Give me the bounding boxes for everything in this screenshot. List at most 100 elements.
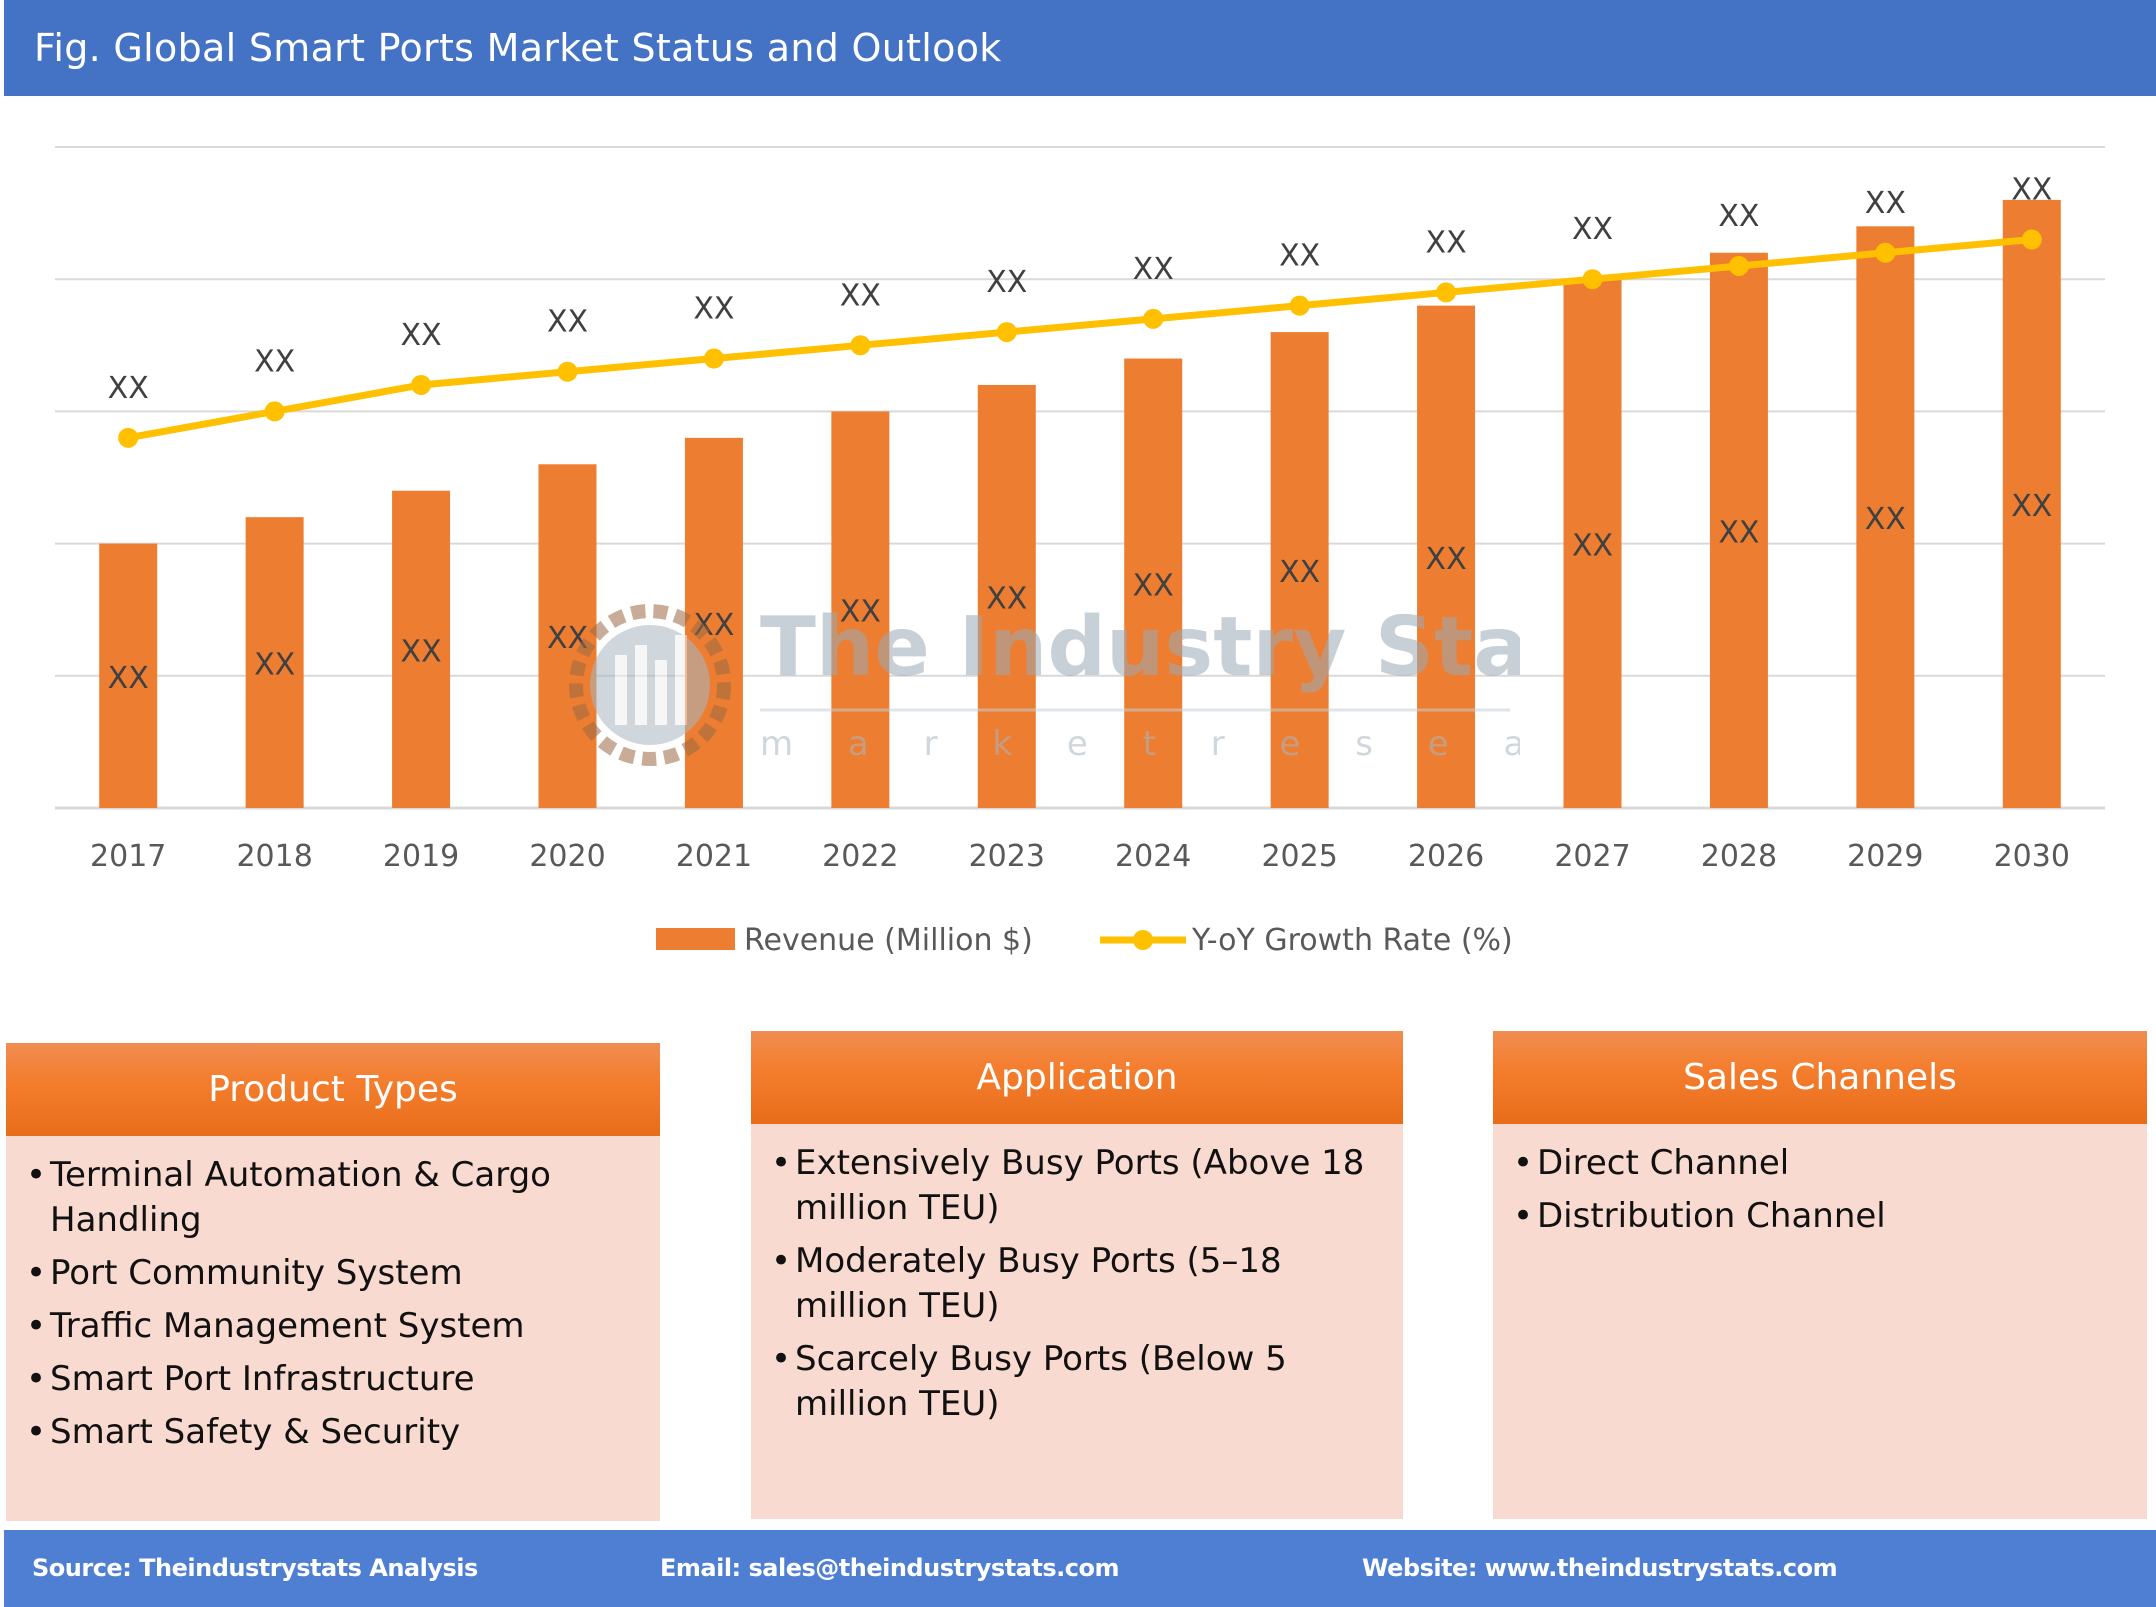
panel-header: Sales Channels — [1493, 1031, 2147, 1124]
list-item: • Direct Channel — [1513, 1141, 2127, 1186]
growth-data-label: XX — [401, 318, 442, 353]
growth-data-label: XX — [693, 292, 734, 327]
list-item-text: Direct Channel — [1537, 1143, 1790, 1183]
x-tick-label: 2024 — [1115, 839, 1191, 874]
x-tick-label: 2023 — [969, 839, 1045, 874]
list-item-text: Port Community System — [50, 1253, 463, 1293]
growth-data-label: XX — [254, 344, 295, 379]
growth-data-label: XX — [840, 278, 881, 313]
list-item: • Scarcely Busy Ports (Below 5 million TE… — [771, 1337, 1383, 1427]
x-tick-label: 2028 — [1701, 839, 1777, 874]
bullet-icon: • — [26, 1155, 47, 1195]
revenue-data-label: XX — [1279, 555, 1320, 590]
panel-application: Application • Extensively Busy Ports (Abo… — [751, 1031, 1403, 1519]
growth-point — [1582, 269, 1603, 290]
list-item: • Port Community System — [26, 1251, 640, 1296]
title-bar: Fig. Global Smart Ports Market Status an… — [4, 0, 2156, 96]
growth-point — [264, 401, 285, 422]
revenue-data-label: XX — [108, 661, 149, 696]
growth-point — [2021, 229, 2042, 250]
list-item-text: Distribution Channel — [1537, 1196, 1886, 1236]
x-tick-label: 2018 — [236, 839, 312, 874]
revenue-data-label: XX — [693, 608, 734, 643]
application-list: • Extensively Busy Ports (Above 18 millio… — [771, 1141, 1383, 1435]
legend-swatch-growth-marker — [1133, 930, 1153, 950]
list-item-text: Extensively Busy Ports (Above 18 million… — [795, 1143, 1365, 1228]
panel-header: Application — [751, 1031, 1403, 1124]
x-tick-label: 2029 — [1847, 839, 1923, 874]
revenue-data-label: XX — [1426, 542, 1467, 577]
list-item: • Traffic Management System — [26, 1304, 640, 1349]
revenue-data-label: XX — [2011, 489, 2052, 524]
x-tick-label: 2026 — [1408, 839, 1484, 874]
legend: Revenue (Million $) Y-oY Growth Rate (%) — [656, 923, 1513, 958]
revenue-data-label: XX — [1133, 568, 1174, 603]
product-types-list: • Terminal Automation & Cargo Handling • Po… — [26, 1153, 640, 1463]
x-axis-tick-labels: 2017 2018 2019 2020 2021 2022 2023 2024 2025 2026… — [90, 839, 2070, 874]
list-item: • Distribution Channel — [1513, 1194, 2127, 1239]
growth-data-label: XX — [1718, 199, 1759, 234]
bullet-icon: • — [771, 1241, 792, 1281]
growth-point — [557, 361, 578, 382]
revenue-data-label: XX — [986, 581, 1027, 616]
revenue-data-label: XX — [1718, 515, 1759, 550]
growth-data-label: XX — [547, 305, 588, 340]
growth-data-label: XX — [1133, 252, 1174, 287]
revenue-data-label: XX — [547, 621, 588, 656]
footer-website[interactable]: Website: www.theindustrystats.com — [1362, 1554, 1838, 1582]
sales-channels-list: • Direct Channel • Distribution Channel — [1513, 1141, 2127, 1247]
bullet-icon: • — [26, 1306, 47, 1346]
growth-point — [1143, 308, 1164, 329]
footer-bar: Source: Theindustrystats Analysis Email:… — [4, 1530, 2156, 1607]
list-item-text: Traffic Management System — [50, 1306, 525, 1346]
bullet-icon: • — [26, 1253, 47, 1293]
list-item-text: Scarcely Busy Ports (Below 5 million TEU… — [795, 1339, 1287, 1424]
panel-header: Product Types — [6, 1043, 660, 1136]
revenue-bars — [99, 199, 2061, 808]
footer-source: Source: Theindustrystats Analysis — [32, 1554, 478, 1582]
bullet-icon: • — [26, 1359, 47, 1399]
growth-data-label: XX — [1865, 186, 1906, 221]
bullet-icon: • — [1513, 1196, 1534, 1236]
growth-point — [1728, 255, 1749, 276]
panel-sales-channels: Sales Channels • Direct Channel • Distribut… — [1493, 1031, 2147, 1519]
revenue-data-label: XX — [254, 648, 295, 683]
list-item: • Moderately Busy Ports (5–18 million TEU… — [771, 1239, 1383, 1329]
bullet-icon: • — [771, 1143, 792, 1183]
x-tick-label: 2027 — [1554, 839, 1630, 874]
panel-product-types: Product Types • Terminal Automation & Car… — [6, 1043, 660, 1521]
x-tick-label: 2019 — [383, 839, 459, 874]
x-tick-label: 2017 — [90, 839, 166, 874]
x-tick-label: 2025 — [1261, 839, 1337, 874]
list-item: • Terminal Automation & Cargo Handling — [26, 1153, 640, 1243]
list-item-text: Moderately Busy Ports (5–18 million TEU) — [795, 1241, 1282, 1326]
market-chart: XX XX XX XX XX XX XX XX XX XX XX XX XX XX XX XX XX XX XX X… — [55, 146, 2105, 958]
growth-point — [118, 427, 139, 448]
x-tick-label: 2020 — [529, 839, 605, 874]
x-tick-label: 2030 — [1994, 839, 2070, 874]
legend-label-growth: Y-oY Growth Rate (%) — [1191, 923, 1513, 958]
gridlines — [55, 146, 2105, 810]
growth-point — [1289, 295, 1310, 316]
bullet-icon: • — [26, 1412, 47, 1452]
growth-point — [1436, 282, 1457, 303]
revenue-data-label: XX — [1572, 529, 1613, 564]
growth-point — [996, 322, 1017, 343]
x-tick-label: 2021 — [676, 839, 752, 874]
bullet-icon: • — [771, 1339, 792, 1379]
list-item-text: Smart Safety & Security — [50, 1412, 461, 1452]
revenue-data-label: XX — [840, 595, 881, 630]
list-item-text: Smart Port Infrastructure — [50, 1359, 475, 1399]
footer-email[interactable]: Email: sales@theindustrystats.com — [660, 1554, 1119, 1582]
revenue-data-label: XX — [1865, 502, 1906, 537]
page-title: Fig. Global Smart Ports Market Status an… — [34, 26, 1002, 70]
growth-data-label: XX — [1279, 239, 1320, 274]
growth-data-label: XX — [986, 265, 1027, 300]
list-item: • Extensively Busy Ports (Above 18 millio… — [771, 1141, 1383, 1231]
growth-point — [850, 335, 871, 356]
list-item-text: Terminal Automation & Cargo Handling — [50, 1155, 551, 1240]
list-item: • Smart Port Infrastructure — [26, 1357, 640, 1402]
revenue-data-label: XX — [401, 634, 442, 669]
legend-label-revenue: Revenue (Million $) — [744, 923, 1033, 958]
growth-point — [703, 348, 724, 369]
